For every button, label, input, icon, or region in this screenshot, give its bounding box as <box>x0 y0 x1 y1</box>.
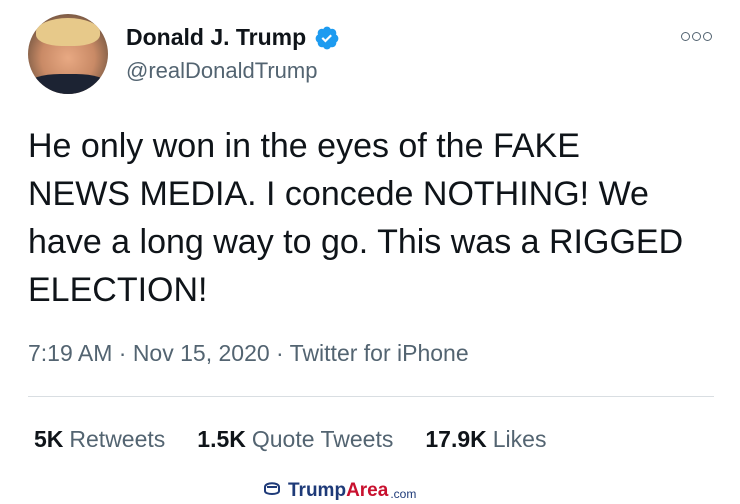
watermark-text-area: Area <box>346 480 389 501</box>
divider <box>28 396 714 397</box>
more-dot-3 <box>703 32 712 41</box>
more-options-icon[interactable] <box>681 32 712 41</box>
author-name[interactable]: Donald J. Trump <box>126 24 306 51</box>
stat-likes[interactable]: 17.9K Likes <box>425 426 546 453</box>
stat-retweets[interactable]: 5K Retweets <box>34 426 165 453</box>
stat-label: Likes <box>492 426 547 452</box>
stat-label: Quote Tweets <box>251 426 394 452</box>
watermark-logo-icon <box>262 478 282 504</box>
more-dot-1 <box>681 32 690 41</box>
tweet-stats: 5K Retweets 1.5K Quote Tweets 17.9K Likes <box>34 426 578 453</box>
verified-badge-icon <box>314 25 340 51</box>
avatar[interactable] <box>28 14 108 94</box>
stat-quote-tweets[interactable]: 1.5K Quote Tweets <box>197 426 393 453</box>
tweet-meta[interactable]: 7:19 AM · Nov 15, 2020 · Twitter for iPh… <box>28 340 469 367</box>
watermark-text-trump: Trump <box>288 480 347 501</box>
watermark: Trump Area .com <box>262 478 416 504</box>
author-handle[interactable]: @realDonaldTrump <box>126 58 317 84</box>
stat-count: 17.9K <box>425 426 487 452</box>
avatar-suit <box>28 74 108 94</box>
watermark-text-com: .com <box>390 487 417 501</box>
tweet-text: He only won in the eyes of the FAKE NEWS… <box>28 127 684 309</box>
stat-count: 5K <box>34 426 64 452</box>
more-dot-2 <box>692 32 701 41</box>
author-name-row: Donald J. Trump <box>126 24 340 51</box>
stat-label: Retweets <box>69 426 166 452</box>
stat-count: 1.5K <box>197 426 246 452</box>
avatar-hair <box>36 18 100 46</box>
